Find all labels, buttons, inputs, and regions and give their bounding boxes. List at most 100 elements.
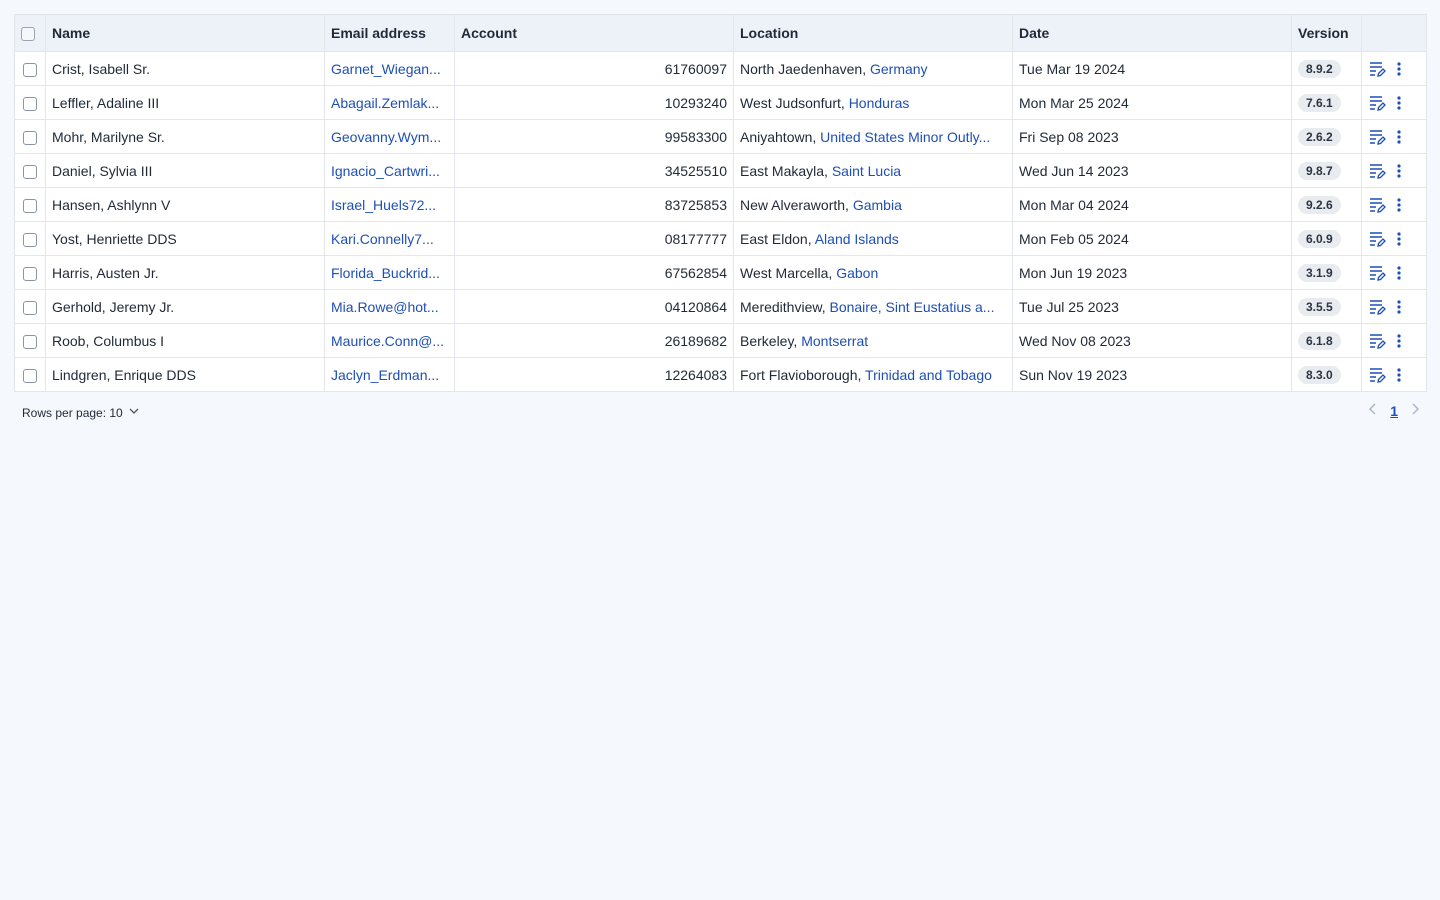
row-checkbox[interactable] [23, 300, 37, 315]
select-all-cell [14, 14, 46, 52]
column-header-version[interactable]: Version [1291, 14, 1362, 52]
cell-email: Garnet_Wiegan... [324, 51, 455, 86]
cell-actions [1361, 119, 1427, 154]
version-badge: 3.5.5 [1298, 297, 1341, 316]
table-row[interactable]: Hansen, Ashlynn V Israel_Huels72... 837258… [14, 187, 1427, 222]
table-row[interactable]: Lindgren, Enrique DDS Jaclyn_Erdman... 122… [14, 357, 1427, 392]
table-row[interactable]: Roob, Columbus I Maurice.Conn@... 26189682… [14, 323, 1427, 358]
more-vertical-icon[interactable] [1395, 366, 1403, 384]
more-vertical-icon[interactable] [1395, 60, 1403, 78]
more-vertical-icon[interactable] [1395, 94, 1403, 112]
cell-name: Gerhold, Jeremy Jr. [45, 289, 325, 324]
cell-version: 9.8.7 [1291, 153, 1362, 188]
table-row[interactable]: Gerhold, Jeremy Jr. Mia.Rowe@hot... 041208… [14, 289, 1427, 324]
email-link[interactable]: Maurice.Conn@... [331, 333, 444, 349]
country-link[interactable]: Aland Islands [815, 231, 899, 247]
location-city: North Jaedenhaven, [740, 60, 870, 77]
country-link[interactable]: Gabon [836, 265, 878, 281]
edit-note-icon[interactable] [1368, 230, 1386, 248]
cell-actions [1361, 357, 1427, 392]
cell-name: Hansen, Ashlynn V [45, 187, 325, 222]
cell-email: Mia.Rowe@hot... [324, 289, 455, 324]
edit-note-icon[interactable] [1368, 332, 1386, 350]
row-checkbox[interactable] [23, 164, 37, 179]
row-select-cell [14, 187, 46, 222]
edit-note-icon[interactable] [1368, 94, 1386, 112]
edit-note-icon[interactable] [1368, 60, 1386, 78]
column-header-location[interactable]: Location [733, 14, 1013, 52]
row-checkbox[interactable] [23, 130, 37, 145]
more-vertical-icon[interactable] [1395, 162, 1403, 180]
cell-version: 8.9.2 [1291, 51, 1362, 86]
row-checkbox[interactable] [23, 334, 37, 349]
country-link[interactable]: Trinidad and Tobago [865, 367, 992, 383]
email-link[interactable]: Ignacio_Cartwri... [331, 163, 440, 179]
column-header-email[interactable]: Email address [324, 14, 455, 52]
more-vertical-icon[interactable] [1395, 230, 1403, 248]
cell-account: 34525510 [454, 153, 734, 188]
email-link[interactable]: Abagail.Zemlak... [331, 95, 439, 111]
cell-location: Aniyahtown, United States Minor Outly... [733, 119, 1013, 154]
cell-email: Florida_Buckrid... [324, 255, 455, 290]
row-checkbox[interactable] [23, 232, 37, 247]
cell-date: Mon Jun 19 2023 [1012, 255, 1292, 290]
more-vertical-icon[interactable] [1395, 298, 1403, 316]
cell-account: 99583300 [454, 119, 734, 154]
location-city: Meredithview, [740, 298, 830, 315]
country-link[interactable]: United States Minor Outly... [820, 129, 990, 145]
rows-per-page-select[interactable]: Rows per page: 10 [22, 404, 141, 421]
page-button-current[interactable]: 1 [1390, 403, 1398, 419]
table-row[interactable]: Leffler, Adaline III Abagail.Zemlak... 102… [14, 85, 1427, 120]
more-vertical-icon[interactable] [1395, 196, 1403, 214]
edit-note-icon[interactable] [1368, 196, 1386, 214]
email-link[interactable]: Florida_Buckrid... [331, 265, 440, 281]
edit-note-icon[interactable] [1368, 128, 1386, 146]
version-badge: 7.6.1 [1298, 93, 1341, 112]
edit-note-icon[interactable] [1368, 298, 1386, 316]
column-header-account[interactable]: Account [454, 14, 734, 52]
edit-note-icon[interactable] [1368, 366, 1386, 384]
country-link[interactable]: Saint Lucia [832, 163, 901, 179]
email-link[interactable]: Jaclyn_Erdman... [331, 367, 439, 383]
row-select-cell [14, 289, 46, 324]
table-body: Crist, Isabell Sr. Garnet_Wiegan... 617600… [14, 51, 1427, 392]
table-row[interactable]: Crist, Isabell Sr. Garnet_Wiegan... 617600… [14, 51, 1427, 86]
row-checkbox[interactable] [23, 198, 37, 213]
edit-note-icon[interactable] [1368, 162, 1386, 180]
table-row[interactable]: Mohr, Marilyne Sr. Geovanny.Wym... 9958330… [14, 119, 1427, 154]
more-vertical-icon[interactable] [1395, 128, 1403, 146]
row-checkbox[interactable] [23, 266, 37, 281]
column-header-name[interactable]: Name [45, 14, 325, 52]
select-all-checkbox[interactable] [21, 27, 35, 42]
cell-actions [1361, 85, 1427, 120]
email-link[interactable]: Geovanny.Wym... [331, 129, 441, 145]
table-row[interactable]: Harris, Austen Jr. Florida_Buckrid... 6756… [14, 255, 1427, 290]
column-header-date[interactable]: Date [1012, 14, 1292, 52]
cell-version: 6.0.9 [1291, 221, 1362, 256]
row-select-cell [14, 51, 46, 86]
row-checkbox[interactable] [23, 62, 37, 77]
country-link[interactable]: Honduras [849, 95, 910, 111]
country-link[interactable]: Gambia [853, 197, 902, 213]
email-link[interactable]: Kari.Connelly7... [331, 231, 434, 247]
chevron-left-icon[interactable] [1366, 402, 1380, 419]
chevron-right-icon[interactable] [1408, 402, 1422, 419]
cell-location: North Jaedenhaven, Germany [733, 51, 1013, 86]
country-link[interactable]: Bonaire, Sint Eustatius a... [829, 299, 994, 315]
country-link[interactable]: Germany [870, 61, 928, 77]
email-link[interactable]: Israel_Huels72... [331, 197, 436, 213]
country-link[interactable]: Montserrat [801, 333, 868, 349]
table-row[interactable]: Daniel, Sylvia III Ignacio_Cartwri... 3452… [14, 153, 1427, 188]
more-vertical-icon[interactable] [1395, 264, 1403, 282]
cell-email: Jaclyn_Erdman... [324, 357, 455, 392]
email-link[interactable]: Mia.Rowe@hot... [331, 299, 439, 315]
cell-actions [1361, 255, 1427, 290]
row-checkbox[interactable] [23, 368, 37, 383]
edit-note-icon[interactable] [1368, 264, 1386, 282]
email-link[interactable]: Garnet_Wiegan... [331, 61, 441, 77]
more-vertical-icon[interactable] [1395, 332, 1403, 350]
row-checkbox[interactable] [23, 96, 37, 111]
cell-account: 12264083 [454, 357, 734, 392]
table-row[interactable]: Yost, Henriette DDS Kari.Connelly7... 0817… [14, 221, 1427, 256]
location-city: West Judsonfurt, [740, 94, 849, 111]
